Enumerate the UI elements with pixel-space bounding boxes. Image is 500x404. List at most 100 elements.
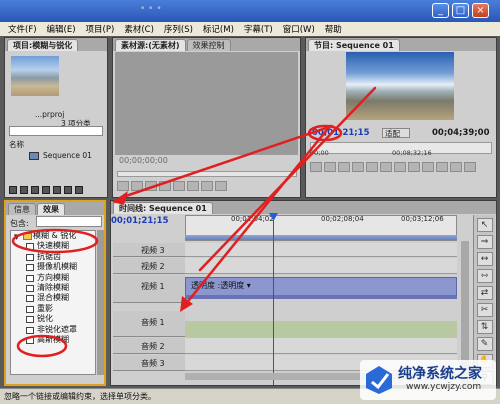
effects-scrollbar[interactable] bbox=[97, 230, 104, 375]
tab-effect-controls[interactable]: 效果控制 bbox=[186, 39, 231, 51]
tab-project[interactable]: 项目:模糊与锐化 bbox=[7, 39, 79, 51]
loop-icon[interactable] bbox=[187, 181, 199, 191]
project-column-name[interactable]: 名称 bbox=[9, 139, 24, 150]
menu-project[interactable]: 项目(P) bbox=[81, 23, 120, 35]
effect-item[interactable]: 摄像机模糊 bbox=[11, 262, 95, 272]
menu-bar: 文件(F) 编辑(E) 项目(P) 素材(C) 序列(S) 标记(M) 字幕(T… bbox=[0, 22, 500, 36]
step-back-icon[interactable] bbox=[352, 162, 364, 172]
step-forward-icon[interactable] bbox=[173, 181, 185, 191]
step-forward-icon[interactable] bbox=[380, 162, 392, 172]
clear-icon[interactable] bbox=[75, 186, 83, 194]
tab-source[interactable]: 素材源:(无素材) bbox=[115, 39, 186, 51]
tab-program[interactable]: 节目: Sequence 01 bbox=[308, 39, 400, 51]
menu-edit[interactable]: 编辑(E) bbox=[42, 23, 81, 35]
tab-effects[interactable]: 效果 bbox=[37, 203, 65, 215]
track-header-audio3[interactable]: 音频 3 bbox=[113, 355, 185, 371]
track-header-video2[interactable]: 视频 2 bbox=[113, 258, 185, 274]
track-label: 音频 1 bbox=[141, 318, 165, 327]
project-thumbnail bbox=[11, 56, 59, 96]
minimize-button[interactable]: _ bbox=[432, 3, 449, 18]
rate-stretch-tool-icon[interactable]: ⇄ bbox=[476, 286, 493, 300]
effect-icon bbox=[26, 264, 34, 272]
effect-item[interactable]: 重影 bbox=[11, 304, 95, 314]
razor-tool-icon[interactable]: ✂ bbox=[476, 303, 493, 317]
menu-window[interactable]: 窗口(W) bbox=[278, 23, 320, 35]
effect-item[interactable]: 高斯模糊 bbox=[11, 335, 95, 345]
menu-sequence[interactable]: 序列(S) bbox=[159, 23, 198, 35]
track-header-video1[interactable]: 视频 1 bbox=[113, 275, 185, 303]
track-area-video2[interactable] bbox=[185, 258, 457, 274]
effect-item[interactable]: 抗锯齿 bbox=[11, 252, 95, 262]
effects-search-input[interactable] bbox=[36, 216, 102, 227]
go-to-in-icon[interactable] bbox=[338, 162, 350, 172]
insert-icon[interactable] bbox=[201, 181, 213, 191]
tab-info[interactable]: 信息 bbox=[8, 203, 36, 215]
pen-tool-icon[interactable]: ✎ bbox=[476, 337, 493, 351]
track-label: 视频 2 bbox=[141, 262, 165, 271]
effect-icon bbox=[26, 326, 34, 334]
program-current-timecode[interactable]: 00;01;21;15 bbox=[312, 128, 370, 138]
track-header-audio2[interactable]: 音频 2 bbox=[113, 338, 185, 354]
lift-icon[interactable] bbox=[436, 162, 448, 172]
new-bin-icon[interactable] bbox=[53, 186, 61, 194]
rolling-edit-tool-icon[interactable]: ⇿ bbox=[476, 269, 493, 283]
project-sequence-item[interactable]: Sequence 01 bbox=[43, 151, 92, 160]
maximize-button[interactable]: □ bbox=[452, 3, 469, 18]
effect-item[interactable]: 混合模糊 bbox=[11, 293, 95, 303]
effect-item[interactable]: 非锐化遮罩 bbox=[11, 325, 95, 335]
overlay-icon[interactable] bbox=[215, 181, 227, 191]
timeline-timecode[interactable]: 00;01;21;15 bbox=[111, 216, 169, 226]
program-fit-dropdown[interactable]: 适配 bbox=[382, 128, 410, 138]
track-header-video3[interactable]: 视频 3 bbox=[113, 243, 185, 257]
source-timecode[interactable]: 00;00;00;00 bbox=[119, 156, 168, 165]
track-area-video3[interactable] bbox=[185, 243, 457, 257]
effect-item[interactable]: 快速模糊 bbox=[11, 241, 95, 251]
menu-clip[interactable]: 素材(C) bbox=[119, 23, 159, 35]
effects-folder-blur-sharpen[interactable]: ▼ 模糊 & 锐化 bbox=[11, 231, 95, 241]
window-title: • • • bbox=[140, 4, 162, 14]
effects-tree: ▼ 模糊 & 锐化 快速模糊 抗锯齿 摄像机模糊 方向模糊 清除模糊 混合模糊 … bbox=[10, 230, 96, 375]
track-header-audio1[interactable]: 音频 1 bbox=[113, 311, 185, 337]
project-search-input[interactable] bbox=[9, 126, 103, 136]
selection-tool-icon[interactable]: ↖ bbox=[476, 218, 493, 232]
go-to-out-icon[interactable] bbox=[394, 162, 406, 172]
trim-icon[interactable] bbox=[464, 162, 476, 172]
track-select-tool-icon[interactable]: ⇒ bbox=[476, 235, 493, 249]
clip-opacity-label[interactable]: 透明度 :透明度 ▾ bbox=[191, 280, 251, 291]
mark-in-icon[interactable] bbox=[310, 162, 322, 172]
timeline-tick: 00;01;04;02 bbox=[231, 215, 274, 223]
step-back-icon[interactable] bbox=[145, 181, 157, 191]
folder-label: 模糊 & 锐化 bbox=[33, 231, 77, 240]
play-icon[interactable] bbox=[159, 181, 171, 191]
list-view-icon[interactable] bbox=[9, 186, 17, 194]
close-button[interactable]: × bbox=[472, 3, 489, 18]
icon-view-icon[interactable] bbox=[20, 186, 28, 194]
menu-marker[interactable]: 标记(M) bbox=[198, 23, 239, 35]
effect-item[interactable]: 方向模糊 bbox=[11, 273, 95, 283]
tab-timeline[interactable]: 时间线: Sequence 01 bbox=[113, 202, 213, 214]
mark-in-icon[interactable] bbox=[117, 181, 129, 191]
effect-item[interactable]: 清除模糊 bbox=[11, 283, 95, 293]
work-area-bar[interactable] bbox=[185, 235, 457, 240]
slip-tool-icon[interactable]: ⇅ bbox=[476, 320, 493, 334]
extract-icon[interactable] bbox=[450, 162, 462, 172]
effect-label: 非锐化遮罩 bbox=[37, 324, 77, 334]
mark-out-icon[interactable] bbox=[324, 162, 336, 172]
mark-out-icon[interactable] bbox=[131, 181, 143, 191]
menu-title[interactable]: 字幕(T) bbox=[239, 23, 278, 35]
track-label: 音频 3 bbox=[141, 359, 165, 368]
playhead-line[interactable] bbox=[273, 215, 274, 385]
effects-contains-label: 包含: bbox=[10, 219, 29, 228]
play-icon[interactable] bbox=[366, 162, 378, 172]
loop-icon[interactable] bbox=[408, 162, 420, 172]
ripple-edit-tool-icon[interactable]: ↔ bbox=[476, 252, 493, 266]
effect-item-sharpen[interactable]: 锐化 bbox=[11, 314, 95, 324]
find-icon[interactable] bbox=[42, 186, 50, 194]
menu-help[interactable]: 帮助 bbox=[320, 23, 347, 35]
automate-icon[interactable] bbox=[31, 186, 39, 194]
new-item-icon[interactable] bbox=[64, 186, 72, 194]
track-area-audio2[interactable] bbox=[185, 338, 457, 354]
menu-file[interactable]: 文件(F) bbox=[3, 23, 42, 35]
safe-margins-icon[interactable] bbox=[422, 162, 434, 172]
source-scrub-bar[interactable] bbox=[117, 171, 297, 177]
